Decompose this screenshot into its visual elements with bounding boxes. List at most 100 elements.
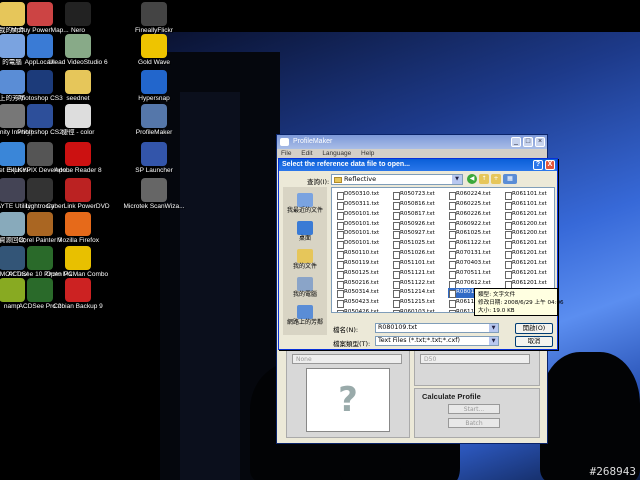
desktop-icon [297, 221, 313, 235]
close-icon[interactable]: X [545, 160, 555, 170]
menu-file[interactable]: File [281, 150, 291, 157]
dialog-titlebar[interactable]: Select the reference data file to open..… [279, 159, 557, 171]
filetype-select[interactable]: Text Files (*.txt;*.txt;*.cxf) ▼ [375, 336, 499, 346]
file-item[interactable]: R050423.txt [336, 298, 392, 309]
file-item[interactable]: D050310.txt [336, 190, 392, 200]
file-item[interactable]: R050426.txt [336, 308, 392, 312]
desktop-shortcut[interactable]: Open PCMan Combo 2007 [46, 246, 110, 279]
file-item[interactable]: R061201.txt [504, 210, 554, 220]
place-my-computer[interactable]: 我的電腦 [283, 277, 327, 298]
view-menu-icon[interactable]: ▦ [503, 174, 517, 184]
file-item[interactable]: R050125.txt [336, 269, 392, 279]
file-item[interactable]: R061201.txt [504, 239, 554, 250]
file-item[interactable]: R050926.txt [392, 220, 448, 230]
file-item[interactable]: D050311.txt [336, 200, 392, 210]
firefox-icon [65, 212, 91, 236]
lookin-select[interactable]: Reflective ▼ [331, 174, 463, 185]
watermark: #268943 [589, 465, 636, 478]
menu-edit[interactable]: Edit [301, 150, 312, 157]
desktop-shortcut[interactable]: seednet [46, 70, 110, 103]
desktop-shortcut[interactable]: Microtek ScanWiza... [122, 178, 186, 211]
file-item[interactable]: R061201.txt [504, 249, 554, 259]
place-label: 我最近的文件 [286, 207, 323, 214]
file-item[interactable]: R050723.txt [392, 190, 448, 200]
file-item[interactable]: R051122.txt [392, 279, 448, 289]
file-item[interactable]: D050101.txt [336, 220, 392, 230]
chevron-down-icon[interactable]: ▼ [489, 337, 498, 345]
chevron-down-icon[interactable]: ▼ [452, 175, 462, 184]
place-recent[interactable]: 我最近的文件 [283, 193, 327, 214]
file-item[interactable]: D050101.txt [336, 239, 392, 250]
file-item[interactable]: D050101.txt [336, 229, 392, 240]
file-item[interactable]: R070403.txt [448, 259, 504, 269]
desktop-shortcut[interactable]: CyberLink PowerDVD [46, 178, 110, 211]
file-item[interactable]: R050119.txt [336, 259, 392, 269]
file-item[interactable]: R050927.txt [392, 229, 448, 240]
back-icon[interactable]: ◀ [467, 174, 477, 184]
file-item[interactable]: R050110.txt [336, 249, 392, 259]
file-item[interactable]: D050101.txt [336, 210, 392, 220]
file-item[interactable]: R060922.txt [448, 220, 504, 230]
start-button[interactable]: Start... [448, 404, 500, 414]
menu-language[interactable]: Language [322, 150, 351, 157]
file-item[interactable]: R070612.txt [448, 279, 504, 289]
desktop-shortcut[interactable]: Gold Wave [122, 34, 186, 67]
file-item[interactable]: R050817.txt [392, 210, 448, 220]
desktop-shortcut[interactable]: Adobe Reader 8 [46, 142, 110, 175]
file-item[interactable]: R060224.txt [448, 190, 504, 200]
file-item[interactable]: R051026.txt [392, 249, 448, 259]
file-item[interactable]: R061101.txt [504, 190, 554, 200]
file-item[interactable]: R050216.txt [336, 279, 392, 289]
file-item[interactable]: R061201.txt [504, 269, 554, 279]
file-item[interactable]: R061200.txt [504, 229, 554, 240]
desktop-shortcut[interactable]: FineallyFlickr [122, 2, 186, 35]
file-item[interactable]: R070131.txt [448, 249, 504, 259]
desktop-shortcut[interactable]: Ulead VideoStudio 6 [46, 34, 110, 67]
filename-input[interactable]: R080109.txt ▼ [375, 323, 499, 333]
cancel-button[interactable]: 取消 [515, 336, 553, 347]
file-item[interactable]: R050314.txt [336, 288, 392, 299]
open-button[interactable]: 開啟(O) [515, 323, 553, 334]
file-item[interactable]: R051214.txt [392, 288, 448, 299]
file-item[interactable]: R060225.txt [448, 200, 504, 210]
tooltip-modified: 修改日期: 2008/6/29 上午 04:06 [478, 300, 564, 306]
desktop-shortcut-label: Ulead VideoStudio 6 [48, 59, 108, 66]
close-icon[interactable]: × [535, 137, 545, 147]
file-item[interactable]: R051215.txt [392, 298, 448, 309]
reference-select[interactable]: None [292, 354, 402, 364]
file-item[interactable]: R050816.txt [392, 200, 448, 210]
file-item[interactable]: R051121.txt [392, 269, 448, 279]
illuminant-select[interactable]: D50 [420, 354, 530, 364]
file-item[interactable]: R061101.txt [504, 200, 554, 210]
profilemaker-titlebar[interactable]: ProfileMaker _ □ × [277, 135, 547, 149]
maximize-icon[interactable]: □ [523, 137, 533, 147]
file-item[interactable]: R070511.txt [448, 269, 504, 279]
file-item[interactable]: R061200.txt [504, 220, 554, 230]
place-desktop[interactable]: 桌面 [283, 221, 327, 242]
place-network[interactable]: 網路上的芳鄰 [283, 305, 327, 326]
file-item[interactable]: R061201.txt [504, 259, 554, 269]
desktop-shortcut[interactable]: Cobian Backup 9 [46, 278, 110, 311]
file-item[interactable]: R051025.txt [392, 239, 448, 250]
desktop-shortcut[interactable]: ProfileMaker [122, 104, 186, 137]
minimize-icon[interactable]: _ [511, 137, 521, 147]
place-my-documents[interactable]: 我的文件 [283, 249, 327, 270]
desktop-shortcut[interactable]: Mozilla Firefox [46, 212, 110, 245]
menu-help[interactable]: Help [361, 150, 374, 157]
file-item[interactable]: R061025.txt [448, 229, 504, 240]
file-item[interactable]: R060226.txt [448, 210, 504, 220]
file-item[interactable]: R061201.txt [504, 279, 554, 289]
file-item[interactable]: R060103.txt [392, 308, 448, 312]
desktop-shortcut[interactable]: Hypersnap [122, 70, 186, 103]
lookin-value: Reflective [344, 175, 377, 183]
help-icon[interactable]: ? [533, 160, 543, 170]
desktop-shortcut[interactable]: Nero [46, 2, 110, 35]
desktop-shortcut[interactable]: 捷徑 - color [46, 104, 110, 137]
file-item[interactable]: R061122.txt [448, 239, 504, 250]
new-folder-icon[interactable]: + [491, 174, 501, 184]
file-item[interactable]: R051101.txt [392, 259, 448, 269]
desktop-shortcut[interactable]: SP Launcher [122, 142, 186, 175]
chevron-down-icon[interactable]: ▼ [489, 324, 498, 332]
batch-button[interactable]: Batch [448, 418, 500, 428]
up-folder-icon[interactable]: ↑ [479, 174, 489, 184]
